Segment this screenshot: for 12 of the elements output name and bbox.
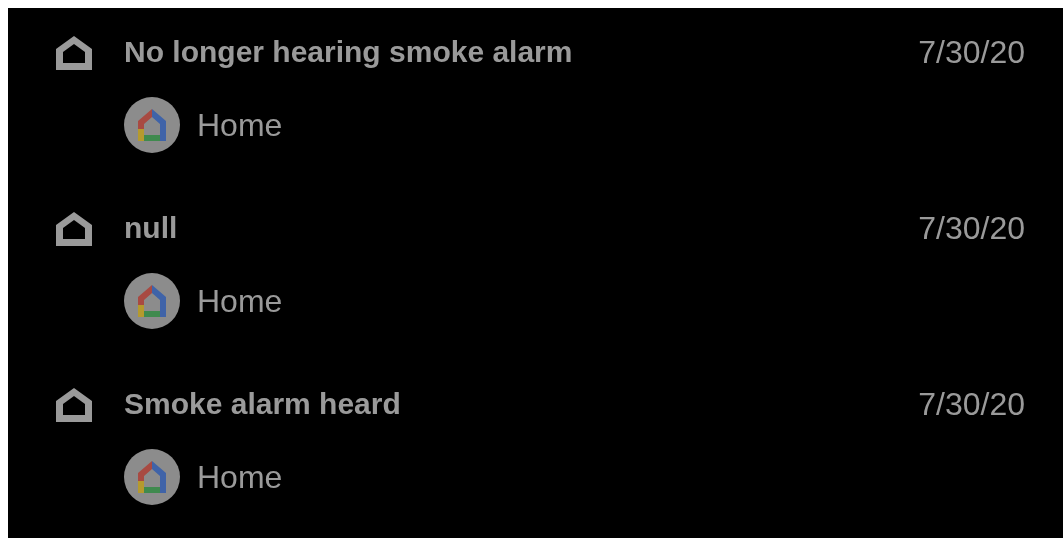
notification-title: Smoke alarm heard	[124, 387, 402, 421]
notification-date: 7/30/20	[918, 385, 1025, 423]
notification-date: 7/30/20	[918, 209, 1025, 247]
source-label: Home	[197, 282, 283, 320]
notification-title: No longer hearing smoke alarm	[124, 35, 574, 69]
app-logo-icon	[124, 273, 180, 329]
source-label: Home	[197, 458, 283, 496]
source-label: Home	[197, 106, 283, 144]
notification-title: null	[124, 211, 179, 245]
notification-date: 7/30/20	[918, 33, 1025, 71]
app-logo-icon	[124, 97, 180, 153]
app-logo-icon	[124, 449, 180, 505]
